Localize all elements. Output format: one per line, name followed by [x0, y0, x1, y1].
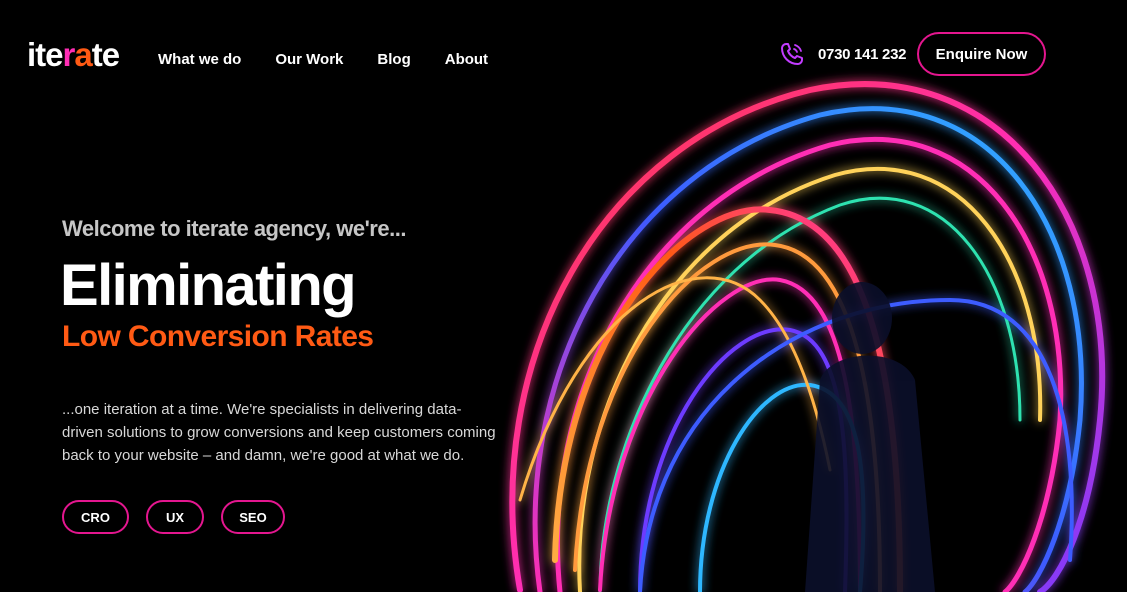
- main-nav: What we do Our Work Blog About: [158, 51, 522, 68]
- tag-seo-button[interactable]: SEO: [221, 500, 285, 534]
- iterate-logo[interactable]: iterate: [27, 36, 120, 74]
- phone-number: 0730 141 232: [818, 45, 907, 63]
- logo-text: iterate: [27, 36, 120, 73]
- phone-contact[interactable]: 0730 141 232: [778, 40, 906, 68]
- nav-item-blog[interactable]: Blog: [377, 51, 410, 68]
- tag-ux-button[interactable]: UX: [146, 500, 204, 534]
- nav-item-about[interactable]: About: [445, 51, 488, 68]
- service-tags: CRO UX SEO: [62, 500, 285, 534]
- tag-cro-button[interactable]: CRO: [62, 500, 129, 534]
- hero-subheadline: Low Conversion Rates: [62, 320, 374, 353]
- phone-icon: [781, 43, 803, 65]
- hero-intro: Welcome to iterate agency, we're...: [62, 216, 406, 241]
- hero-headline: Eliminating: [60, 253, 357, 318]
- enquire-now-button[interactable]: Enquire Now: [917, 32, 1046, 76]
- site-header: iterate What we do Our Work Blog About 0…: [0, 0, 1127, 110]
- nav-item-our-work[interactable]: Our Work: [275, 51, 343, 68]
- nav-item-what-we-do[interactable]: What we do: [158, 51, 241, 68]
- hero-description: ...one iteration at a time. We're specia…: [62, 401, 496, 464]
